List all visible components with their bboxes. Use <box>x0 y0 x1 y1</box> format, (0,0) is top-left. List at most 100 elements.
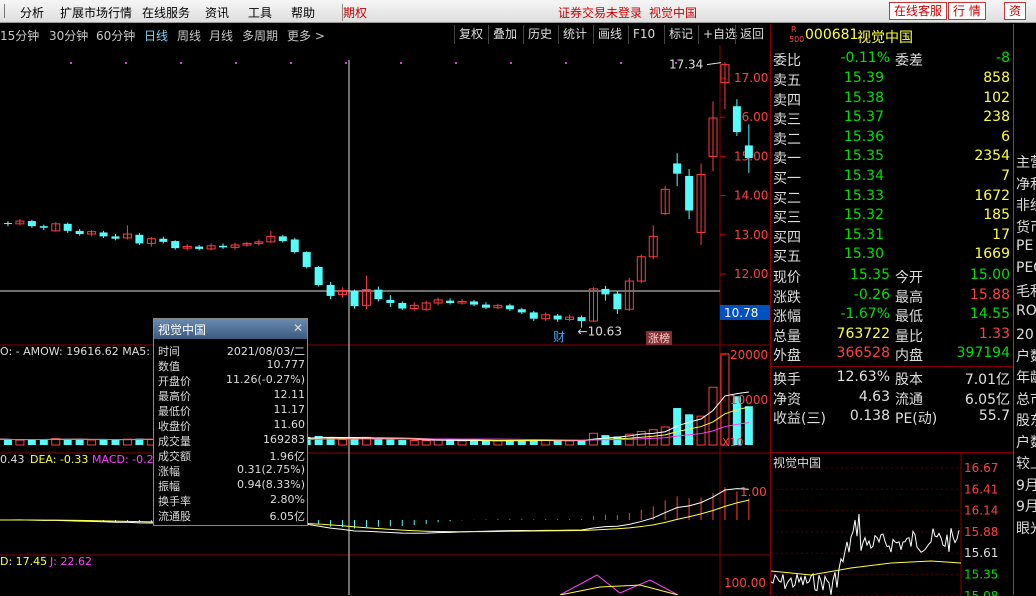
stat-label: 净资 <box>773 391 801 408</box>
tooltip-value: 11.60 <box>273 418 306 431</box>
bid-level-row[interactable]: 买四 15.31 17 <box>771 227 1014 246</box>
level-volume: 7 <box>1001 168 1010 184</box>
weibi-label: 委比 <box>773 53 801 69</box>
market-number: 500 <box>789 35 805 44</box>
close-icon[interactable]: ✕ <box>293 321 303 335</box>
stat-value: 397194 <box>956 345 1010 361</box>
bid-level-row[interactable]: 买五 15.30 1669 <box>771 246 1014 265</box>
bid-level-row[interactable]: 买二 15.33 1672 <box>771 188 1014 207</box>
candle-body-down <box>732 106 741 133</box>
fundamental-label: 年龄 <box>1016 370 1036 386</box>
period-more[interactable]: 更多 > <box>287 27 325 44</box>
level-volume: 6 <box>1001 128 1010 145</box>
candle-body-down <box>302 252 311 267</box>
menu-item-news[interactable]: 资讯 <box>205 4 229 21</box>
fundamental-label: 货币 <box>1016 219 1036 236</box>
volume-tick-label: 10000 <box>730 393 768 407</box>
candle-body-down <box>601 288 610 295</box>
candle-body-down <box>195 246 204 249</box>
bid-level-row[interactable]: 买三 15.32 185 <box>771 207 1014 226</box>
period-15min[interactable]: 15分钟 <box>0 27 39 44</box>
menu-item-help[interactable]: 帮助 <box>291 4 315 21</box>
toolbar-f10[interactable]: F10 <box>628 25 659 44</box>
period-30min[interactable]: 30分钟 <box>49 27 88 44</box>
volume-bar-down <box>470 440 478 445</box>
period-daily[interactable]: 日线 <box>144 27 168 44</box>
stat-label: 外盘 <box>773 348 801 364</box>
stat-value: -1.67% <box>840 306 890 322</box>
candle-body-down <box>744 145 753 158</box>
volume-bar-down <box>577 440 586 445</box>
menu-item-options[interactable]: 期权 <box>342 4 367 21</box>
news-button[interactable]: 资 <box>1004 2 1027 20</box>
quote-stat-row: 外盘 366528 内盘 397194 <box>771 345 1014 364</box>
candle-body-down <box>75 230 84 235</box>
mini-price-label: 16.41 <box>964 482 998 496</box>
volume-tick-label: 20000 <box>730 348 768 362</box>
candle-body-down <box>99 232 108 237</box>
tooltip-key: 成交量 <box>158 435 191 448</box>
window-stock-name: 视觉中国 <box>649 6 698 20</box>
volume-bar-down <box>374 438 383 445</box>
toolbar-history[interactable]: 历史 <box>523 25 556 44</box>
fundamental-label: 主营 <box>1016 155 1036 171</box>
quotes-button[interactable]: 行 情 <box>948 2 986 20</box>
stat-value: 6.05亿 <box>964 391 1010 408</box>
candle-body-down <box>314 266 323 285</box>
weicha-value: -8 <box>996 50 1010 66</box>
ask-level-row[interactable]: 卖四 15.38 102 <box>771 90 1014 109</box>
candle-body-down <box>673 163 682 174</box>
price-tick-label: 17.00 <box>734 71 768 85</box>
kline-chart-svg[interactable]: 17.0016.0015.0014.0013.0012.0011.0010.78… <box>0 45 770 595</box>
menu-item-extended-market[interactable]: 扩展市场行情 <box>60 4 132 21</box>
candle-body-down <box>27 221 36 227</box>
data-tooltip-window: 视觉中国 ✕ 时间 2021/08/03/二 数值 10.777 开盘价 11.26(-0… <box>153 318 308 526</box>
macd-dea-line <box>0 499 749 533</box>
candle-body-down <box>613 293 622 310</box>
bid-level-row[interactable]: 买一 15.34 7 <box>771 168 1014 187</box>
candle-body-down <box>63 223 72 231</box>
volume-bar-up <box>708 386 718 446</box>
macd-tick-label: 1.00 <box>740 485 767 499</box>
menu-item-online-service[interactable]: 在线服务 <box>142 4 190 21</box>
candle-body-down <box>517 309 526 313</box>
period-60min[interactable]: 60分钟 <box>96 27 135 44</box>
volume-bar-down <box>744 406 753 445</box>
event-dot <box>180 62 182 64</box>
kline-chart-area[interactable]: 17.0016.0015.0014.0013.0012.0011.0010.78… <box>0 45 770 595</box>
fundamental-label: 户数 <box>1016 434 1036 451</box>
period-weekly[interactable]: 周线 <box>177 27 201 44</box>
period-multi[interactable]: 多周期 <box>242 27 278 44</box>
mini-intraday-chart[interactable]: 视觉中国 16.67 16.41 16.14 15.88 15.61 15.35 15.08… <box>771 452 1014 596</box>
level-volume: 17 <box>992 226 1010 243</box>
ask-level-row[interactable]: 卖一 15.35 2354 <box>771 148 1014 167</box>
toolbar-mark[interactable]: 标记 <box>664 25 697 44</box>
candle-body-down <box>470 301 478 305</box>
toolbar-fuquan[interactable]: 复权 <box>454 25 487 44</box>
stat-value: 1.33 <box>978 325 1010 342</box>
level-label: 买二 <box>773 190 801 207</box>
menu-item-analysis[interactable]: 分析 <box>20 4 44 21</box>
stat-label: 现价 <box>773 270 801 286</box>
fundamental-label: 较上 <box>1016 456 1036 472</box>
toolbar-stats[interactable]: 统计 <box>558 25 591 44</box>
tooltip-value: 10.777 <box>266 358 306 371</box>
toolbar-overlay[interactable]: 叠加 <box>488 25 521 44</box>
ask-level-row[interactable]: 卖五 15.39 858 <box>771 70 1014 89</box>
toolbar-back[interactable]: 返回 <box>735 25 768 44</box>
volume-bar-down <box>3 439 12 445</box>
ask-level-row[interactable]: 卖三 15.37 238 <box>771 109 1014 128</box>
volume-bar-up <box>457 440 467 446</box>
fundamental-label: 非经 <box>1016 198 1036 214</box>
menu-bar: 分析 扩展市场行情 在线服务 资讯 工具 帮助 期权 证券交易未登录 视觉中国 … <box>0 0 1036 23</box>
period-monthly[interactable]: 月线 <box>209 27 233 44</box>
stat-value: 15.00 <box>969 267 1010 283</box>
tooltip-key: 流通股 <box>158 510 191 523</box>
ask-level-row[interactable]: 卖二 15.36 6 <box>771 129 1014 148</box>
toolbar-draw[interactable]: 画线 <box>593 25 626 44</box>
menu-item-tools[interactable]: 工具 <box>248 4 272 21</box>
fundamental-label: ROE <box>1016 302 1036 319</box>
volume-bar-down <box>63 439 72 445</box>
trade-login-status[interactable]: 证券交易未登录 <box>558 4 642 21</box>
online-support-button[interactable]: 在线客服 <box>889 2 948 20</box>
